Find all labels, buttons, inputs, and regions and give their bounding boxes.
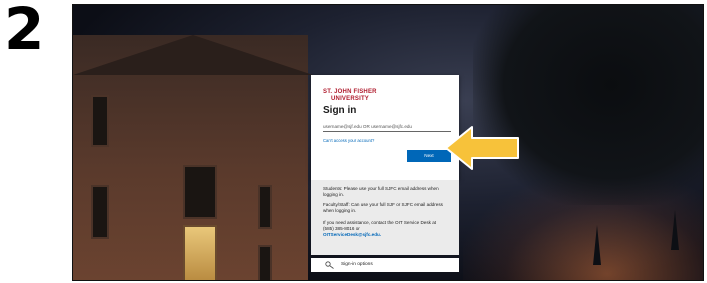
university-logo: ST. JOHN FISHER UNIVERSITY (323, 89, 377, 102)
building-roof (73, 35, 313, 75)
campus-building (73, 35, 313, 280)
building-window (91, 95, 109, 147)
key-icon (325, 261, 334, 269)
pointer-arrow-icon (445, 126, 519, 170)
username-input[interactable] (323, 121, 451, 132)
spire (671, 210, 679, 250)
info-panel: Students: Please use your full SJFC emai… (311, 180, 459, 255)
building-window (258, 185, 272, 229)
cant-access-link[interactable]: Can't access your account? (323, 138, 374, 143)
students-note: Students: Please use your full SJFC emai… (323, 186, 439, 197)
assistance-note: If you need assistance, contact the OIT … (323, 220, 448, 237)
tree-silhouette (473, 5, 703, 205)
assistance-text: If you need assistance, contact the OIT … (323, 220, 437, 231)
service-desk-email-link[interactable]: OITServiceDesk@sjfc.edu. (323, 232, 448, 238)
signin-card: ST. JOHN FISHER UNIVERSITY Sign in Can't… (311, 75, 459, 180)
login-screenshot: ST. JOHN FISHER UNIVERSITY Sign in Can't… (72, 4, 704, 281)
logo-line1: ST. JOHN FISHER (323, 89, 377, 95)
faculty-note: Faculty/Staff: Can use your full SJF or … (323, 202, 443, 213)
building-window (258, 245, 272, 280)
signin-options-button[interactable]: Sign-in options (311, 258, 459, 272)
logo-line2: UNIVERSITY (331, 95, 370, 102)
signin-title: Sign in (323, 105, 357, 116)
building-window (183, 165, 217, 219)
step-number: 2 (4, 0, 45, 63)
building-window-lit (183, 225, 217, 280)
signin-options-label: Sign-in options (341, 262, 373, 267)
spire (593, 225, 601, 265)
building-window (91, 185, 109, 239)
